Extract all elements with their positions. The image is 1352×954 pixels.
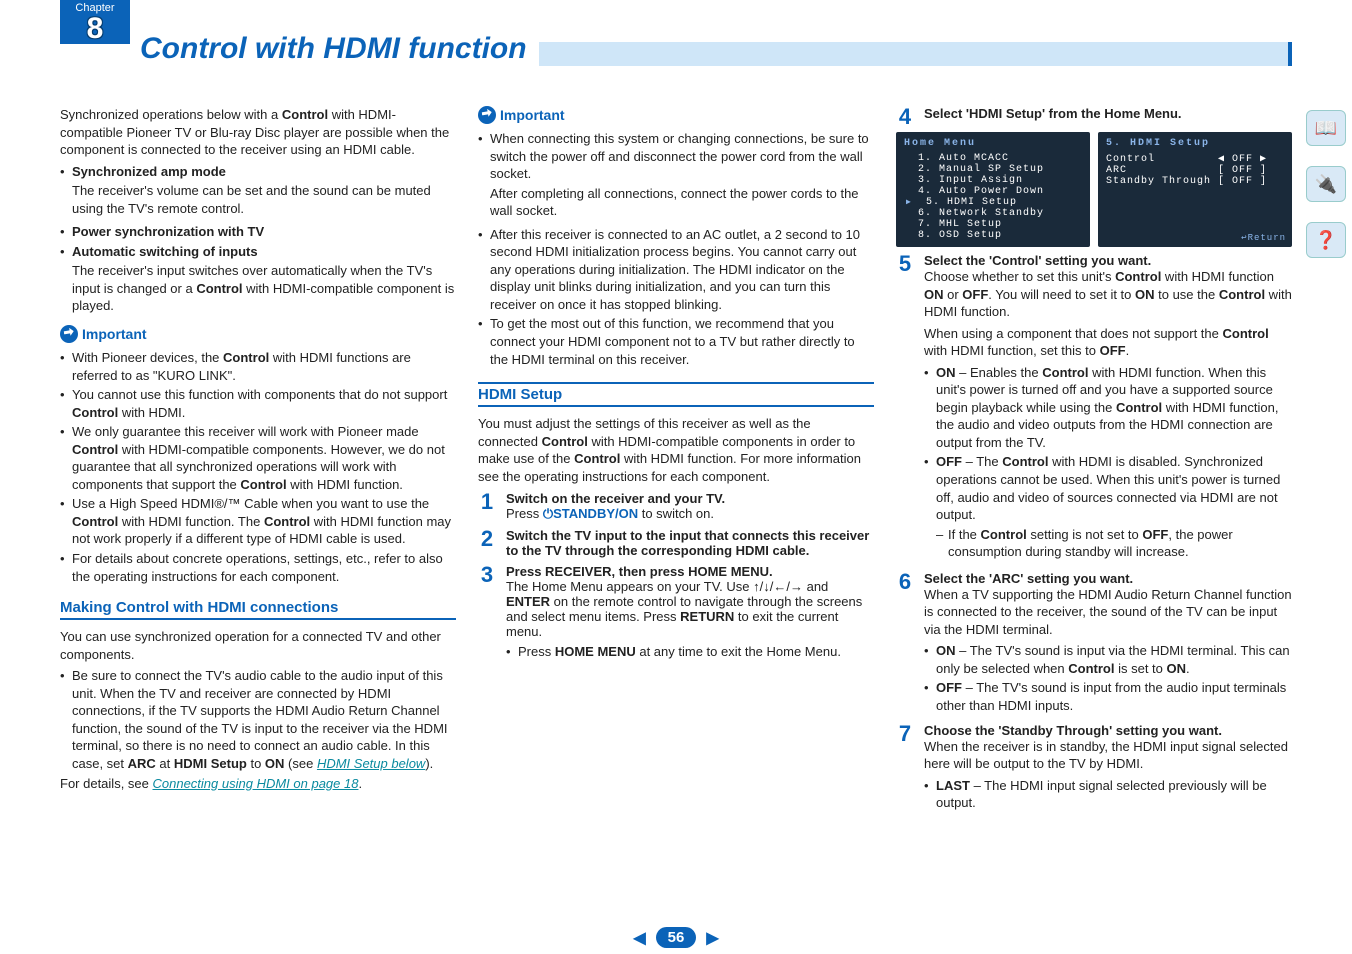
imp-2: •You cannot use this function with compo… bbox=[60, 386, 456, 421]
chapter-number: 8 bbox=[60, 14, 130, 44]
hdmi-setup-head: HDMI Setup bbox=[478, 386, 874, 407]
c2-imp-3: •To get the most out of this function, w… bbox=[478, 315, 874, 368]
making-head: Making Control with HDMI connections bbox=[60, 599, 456, 620]
important-icon bbox=[478, 106, 496, 124]
osd-hdmi-setup: 5. HDMI Setup Control ◀ OFF ▶ARC [ OFF ]… bbox=[1098, 132, 1292, 247]
bullet-sync-amp-body: The receiver's volume can be set and the… bbox=[60, 182, 456, 217]
intro: Synchronized operations below with a Con… bbox=[60, 106, 456, 159]
c2-imp-1b: After completing all connections, connec… bbox=[478, 185, 874, 220]
imp-5: •For details about concrete operations, … bbox=[60, 550, 456, 585]
bullet-auto-switch-body: The receiver's input switches over autom… bbox=[60, 262, 456, 315]
important-icon bbox=[60, 325, 78, 343]
device-icon[interactable]: 🔌 bbox=[1306, 166, 1346, 202]
making-intro: You can use synchronized operation for a… bbox=[60, 628, 456, 663]
column-2: Important •When connecting this system o… bbox=[478, 106, 874, 816]
imp-3: •We only guarantee this receiver will wo… bbox=[60, 423, 456, 493]
step-3: 3 Press RECEIVER, then press HOME MENU. … bbox=[478, 564, 874, 663]
title-divider bbox=[539, 42, 1292, 66]
connecting-hdmi-link[interactable]: Connecting using HDMI on page 18 bbox=[153, 776, 359, 791]
important-flag-1: Important bbox=[60, 325, 456, 343]
c2-imp-2: •After this receiver is connected to an … bbox=[478, 226, 874, 314]
side-toolbar: 📖 🔌 ❓ bbox=[1306, 110, 1346, 258]
step-7: 7 Choose the 'Standby Through' setting y… bbox=[896, 723, 1292, 814]
step-2: 2Switch the TV input to the input that c… bbox=[478, 528, 874, 558]
step-5: 5 Select the 'Control' setting you want.… bbox=[896, 253, 1292, 565]
next-page-arrow[interactable]: ▶ bbox=[706, 928, 718, 948]
column-1: Synchronized operations below with a Con… bbox=[60, 106, 456, 816]
important-flag-2: Important bbox=[478, 106, 874, 124]
page-title: Control with HDMI function bbox=[140, 32, 527, 66]
bullet-auto-switch: •Automatic switching of inputs bbox=[60, 243, 456, 261]
step-4: 4Select 'HDMI Setup' from the Home Menu. bbox=[896, 106, 1292, 128]
page-number: 56 bbox=[656, 927, 697, 948]
imp-1: •With Pioneer devices, the Control with … bbox=[60, 349, 456, 384]
prev-page-arrow[interactable]: ◀ bbox=[633, 928, 645, 948]
title-bar: Control with HDMI function bbox=[140, 32, 1292, 66]
step-6: 6 Select the 'ARC' setting you want. Whe… bbox=[896, 571, 1292, 717]
book-icon[interactable]: 📖 bbox=[1306, 110, 1346, 146]
details-line: For details, see Connecting using HDMI o… bbox=[60, 775, 456, 793]
hdmi-intro: You must adjust the settings of this rec… bbox=[478, 415, 874, 485]
bullet-sync-amp: •Synchronized amp mode bbox=[60, 163, 456, 181]
help-icon[interactable]: ❓ bbox=[1306, 222, 1346, 258]
column-3: 4Select 'HDMI Setup' from the Home Menu.… bbox=[896, 106, 1292, 816]
c2-imp-1: •When connecting this system or changing… bbox=[478, 130, 874, 183]
osd-home-menu: Home Menu 1. Auto MCACC 2. Manual SP Set… bbox=[896, 132, 1090, 247]
bullet-power-sync: •Power synchronization with TV bbox=[60, 223, 456, 241]
making-bullet: •Be sure to connect the TV's audio cable… bbox=[60, 667, 456, 772]
page-nav: ◀ 56 ▶ bbox=[0, 927, 1352, 948]
step-1: 1Switch on the receiver and your TV.Pres… bbox=[478, 491, 874, 522]
imp-4: •Use a High Speed HDMI®/™ Cable when you… bbox=[60, 495, 456, 548]
chapter-tab: Chapter 8 bbox=[60, 0, 130, 44]
hdmi-setup-link[interactable]: HDMI Setup below bbox=[317, 756, 425, 771]
